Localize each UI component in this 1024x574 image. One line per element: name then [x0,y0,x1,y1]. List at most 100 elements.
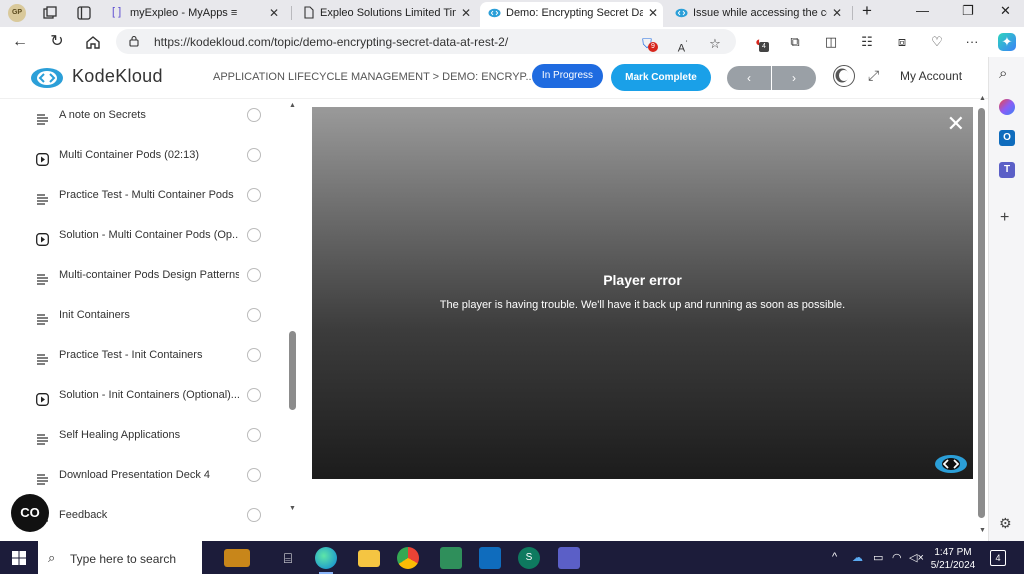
list-item[interactable]: Download Presentation Deck 4 [0,459,290,499]
completion-circle[interactable] [247,348,261,362]
notification-center-icon[interactable]: 4 [990,550,1006,566]
more-menu-icon[interactable]: ··· [963,33,981,51]
close-icon[interactable]: ✕ [947,113,965,135]
completion-circle[interactable] [247,188,261,202]
brand-name[interactable]: KodeKloud [72,66,163,87]
restore-button[interactable]: ❐ [962,3,974,19]
search-icon[interactable]: ⌕ [999,65,1007,82]
previous-lesson-button[interactable]: ‹ [727,66,771,90]
page-scroll-down-icon[interactable]: ▼ [979,527,986,534]
completion-circle[interactable] [247,228,261,242]
file-explorer-icon[interactable] [358,550,380,567]
completion-circle[interactable] [247,148,261,162]
document-icon [304,6,314,19]
completion-circle[interactable] [247,428,261,442]
completion-circle[interactable] [247,108,261,122]
dark-mode-toggle-icon[interactable] [833,65,855,87]
lock-icon[interactable] [128,35,140,47]
windows-start-icon[interactable] [12,551,26,565]
new-tab-button[interactable]: + [862,1,872,21]
split-screen-icon[interactable]: ◫ [822,33,840,51]
list-item[interactable]: Solution - Init Containers (Optional)... [0,379,290,419]
refresh-icon[interactable]: ↻ [47,32,67,52]
home-icon[interactable] [83,32,103,52]
close-tab-icon[interactable]: ✕ [648,2,658,24]
read-aloud-icon[interactable]: Aʾ [674,35,692,55]
address-bar[interactable]: https://kodekloud.com/topic/demo-encrypt… [116,29,736,55]
tab-demo-encrypting[interactable]: Demo: Encrypting Secret Data a ✕ [480,2,663,27]
close-tab-icon[interactable]: ✕ [269,2,279,24]
profile-avatar[interactable]: GP [8,4,26,22]
sidebar-scroll-down-icon[interactable]: ▼ [289,505,296,512]
my-account-link[interactable]: My Account [900,69,962,83]
list-item[interactable]: Init Containers [0,299,290,339]
brackets-icon: [ ] [112,6,122,18]
close-tab-icon[interactable]: ✕ [461,2,471,24]
minimize-button[interactable]: — [916,3,929,18]
completion-circle[interactable] [247,508,261,522]
tab-timesheet[interactable]: Expleo Solutions Limited Timesl ✕ [294,2,476,27]
puzzle-extensions-icon[interactable]: ⧉ [786,33,804,51]
wifi-icon[interactable]: ◠ [892,551,902,564]
completion-circle[interactable] [247,268,261,282]
next-lesson-button[interactable]: › [772,66,816,90]
close-window-button[interactable]: ✕ [1000,3,1011,19]
page-scrollbar[interactable] [978,108,985,518]
completion-circle[interactable] [247,388,261,402]
tab-actions-icon[interactable] [76,5,92,21]
video-player[interactable]: ✕ Player error The player is having trou… [312,107,973,479]
chrome-icon[interactable] [397,547,419,569]
favorites-icon[interactable]: ☷ [858,33,876,51]
teams-icon[interactable]: T [999,162,1015,178]
list-item[interactable]: Self Healing Applications [0,419,290,459]
favorite-star-icon[interactable]: ☆ [706,35,724,53]
task-view-icon[interactable]: ⌸ [277,547,299,569]
taskbar-search-box[interactable]: ⌕ Type here to search [38,541,202,574]
kodekloud-favicon-icon [675,8,688,18]
settings-gear-icon[interactable]: ⚙ [999,515,1012,532]
tab-issue[interactable]: Issue while accessing the cours ✕ [667,2,847,27]
kodekloud-logo-icon[interactable] [30,65,64,89]
list-item[interactable]: Multi Container Pods (02:13) [0,139,290,179]
battery-icon[interactable]: ▭ [873,551,883,564]
system-clock[interactable]: 1:47 PM 5/21/2024 [926,546,980,572]
list-item[interactable]: Solution - Multi Container Pods (Op... [0,219,290,259]
completion-circle[interactable] [247,308,261,322]
collections-icon[interactable]: ⧈ [893,33,911,51]
edge-sidebar: ⌕ O T + ⚙ [988,57,1024,541]
chat-button[interactable]: CO [11,494,49,532]
fullscreen-icon[interactable]: ⤢ [868,67,884,83]
mail-icon[interactable] [479,547,501,569]
teams-new-icon[interactable] [558,547,580,569]
list-item[interactable]: Practice Test - Multi Container Pods [0,179,290,219]
outlook-icon[interactable]: O [999,130,1015,146]
mark-complete-button[interactable]: Mark Complete [611,64,711,91]
breadcrumb[interactable]: APPLICATION LIFECYCLE MANAGEMENT > DEMO:… [213,71,535,83]
volume-icon[interactable]: ◁× [909,551,924,564]
shopping-icon[interactable] [999,99,1015,115]
add-app-icon[interactable]: + [1000,209,1009,227]
list-item[interactable]: Practice Test - Init Containers [0,339,290,379]
workspaces-icon[interactable] [42,5,58,21]
performance-icon[interactable]: ♡ [928,33,946,51]
list-icon [37,194,48,205]
sidebar-scrollbar[interactable] [289,331,296,410]
sidebar-scroll-up-icon[interactable]: ▲ [289,102,296,109]
back-icon[interactable]: ← [10,32,30,52]
sharepoint-icon[interactable]: S [518,547,540,569]
edge-browser-icon[interactable] [315,547,337,569]
briefcase-app-icon[interactable] [224,549,250,567]
excel-icon[interactable] [440,547,462,569]
url-text[interactable]: https://kodekloud.com/topic/demo-encrypt… [154,35,508,49]
page-scroll-up-icon[interactable]: ▲ [979,95,986,102]
list-item[interactable]: Multi-container Pods Design Patterns [0,259,290,299]
onedrive-icon[interactable]: ☁ [852,551,863,564]
completion-circle[interactable] [247,468,261,482]
in-progress-button[interactable]: In Progress [532,64,603,88]
close-tab-icon[interactable]: ✕ [832,2,842,24]
list-item[interactable]: A note on Secrets [0,99,290,139]
tray-chevron-icon[interactable]: ^ [832,551,837,563]
player-error-message: The player is having trouble. We'll have… [439,299,846,311]
copilot-icon[interactable]: ✦ [998,33,1016,51]
tab-myexpleo[interactable]: [ ] myExpleo - MyApps ≡ ✕ [104,2,284,27]
